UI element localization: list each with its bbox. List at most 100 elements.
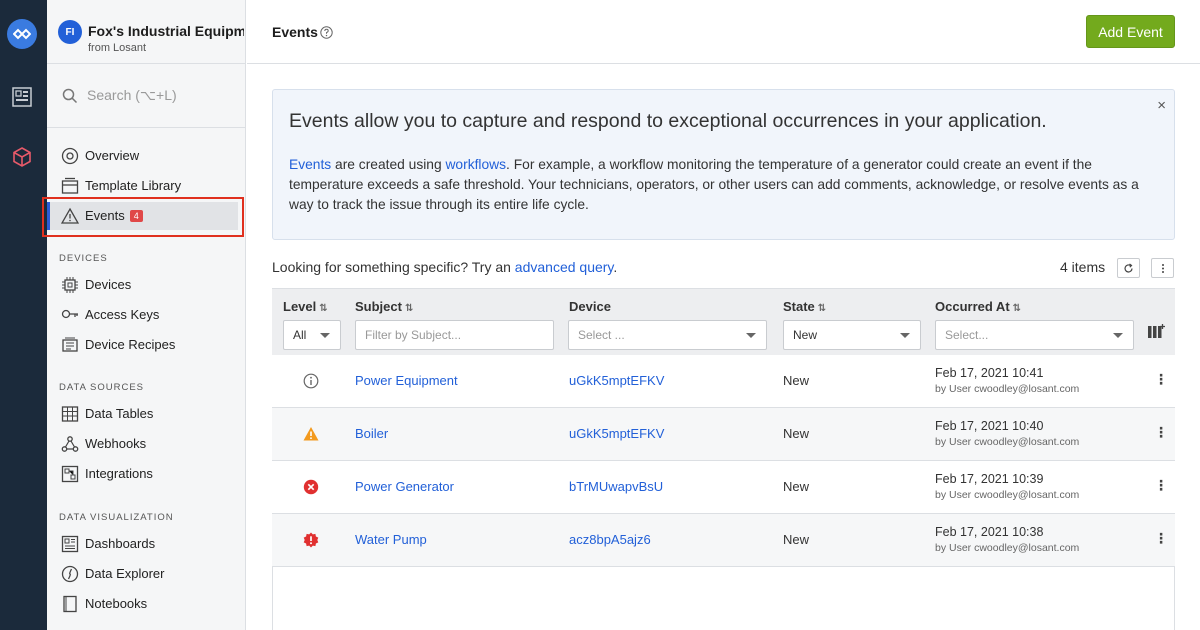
- chevron-down-icon: [900, 333, 910, 338]
- sort-icon: ⇅: [1012, 303, 1022, 314]
- info-banner: Events allow you to capture and respond …: [272, 89, 1175, 240]
- event-creator: by User cwoodley@losant.com: [935, 489, 1080, 501]
- applications-cube-icon[interactable]: [11, 146, 33, 168]
- sidebar-item-label: Integrations: [85, 466, 153, 481]
- device-filter-select[interactable]: Select ...: [568, 320, 767, 350]
- event-state: New: [783, 373, 810, 388]
- column-settings-icon[interactable]: [1147, 323, 1166, 339]
- info-icon: [303, 373, 319, 389]
- chevron-down-icon: [1113, 333, 1123, 338]
- table-row[interactable]: Power Equipment uGkK5mptEFKV New Feb 17,…: [272, 355, 1175, 408]
- banner-body: Events are created using workflows. For …: [289, 155, 1159, 215]
- table-row[interactable]: Power Generator bTrMUwapvBsU New Feb 17,…: [272, 461, 1175, 514]
- sidebar-item-label: Webhooks: [85, 436, 147, 451]
- sidebar-item-overview[interactable]: Overview: [47, 142, 246, 170]
- column-header-occurred-at[interactable]: Occurred At ⇅: [935, 299, 1021, 314]
- query-prefix: Looking for something specific? Try an: [272, 259, 515, 275]
- sort-icon: ⇅: [404, 303, 414, 314]
- sidebar-item-devices[interactable]: Devices: [47, 271, 246, 299]
- event-date: Feb 17, 2021 10:38: [935, 525, 1044, 539]
- event-date: Feb 17, 2021 10:40: [935, 419, 1044, 433]
- global-rail: [0, 0, 47, 630]
- query-suffix: .: [613, 259, 618, 275]
- critical-icon: [303, 532, 319, 548]
- column-header-subject[interactable]: Subject ⇅: [355, 299, 413, 314]
- event-date: Feb 17, 2021 10:41: [935, 366, 1044, 380]
- sidebar-item-notebooks[interactable]: Notebooks: [47, 590, 246, 618]
- sidebar-item-webhooks[interactable]: Webhooks: [47, 430, 246, 458]
- section-label-devices: DEVICES: [59, 253, 108, 264]
- sort-icon: ⇅: [817, 303, 827, 314]
- sidebar-item-label: Overview: [85, 148, 140, 163]
- event-device-link[interactable]: uGkK5mptEFKV: [569, 373, 664, 388]
- warning-icon: [303, 427, 319, 441]
- event-creator: by User cwoodley@losant.com: [935, 542, 1080, 554]
- event-subject-link[interactable]: Power Generator: [355, 479, 454, 494]
- event-state: New: [783, 426, 810, 441]
- sidebar-item-label: Data Explorer: [85, 566, 165, 581]
- state-filter-select[interactable]: New: [783, 320, 921, 350]
- close-icon[interactable]: ×: [1157, 97, 1166, 114]
- occurred-filter-select[interactable]: Select...: [935, 320, 1134, 350]
- event-creator: by User cwoodley@losant.com: [935, 383, 1080, 395]
- sidebar-item-integrations[interactable]: Integrations: [47, 460, 246, 488]
- chevron-down-icon: [320, 333, 330, 338]
- section-label-data-sources: DATA SOURCES: [59, 382, 145, 393]
- sidebar-item-label: Notebooks: [85, 596, 148, 611]
- items-count: 4 items: [1060, 259, 1106, 275]
- page-header: Events Add Event: [247, 0, 1200, 64]
- events-highlight-frame: [42, 197, 244, 237]
- advanced-query-link[interactable]: advanced query: [515, 259, 614, 275]
- sidebar-item-data-tables[interactable]: Data Tables: [47, 400, 246, 428]
- sidebar-item-dashboards[interactable]: Dashboards: [47, 530, 246, 558]
- table-row[interactable]: Boiler uGkK5mptEFKV New Feb 17, 2021 10:…: [272, 408, 1175, 461]
- row-menu-icon[interactable]: ⋮: [1154, 530, 1168, 547]
- row-menu-icon[interactable]: ⋮: [1154, 477, 1168, 494]
- event-subject-link[interactable]: Water Pump: [355, 532, 427, 547]
- more-options-button[interactable]: [1151, 258, 1174, 278]
- event-device-link[interactable]: uGkK5mptEFKV: [569, 426, 664, 441]
- vertical-dots-icon: [1161, 263, 1164, 273]
- sidebar-item-device-recipes[interactable]: Device Recipes: [47, 331, 246, 359]
- chevron-down-icon: [746, 333, 756, 338]
- workflows-link[interactable]: workflows: [445, 157, 506, 172]
- event-device-link[interactable]: acz8bpA5ajz6: [569, 532, 651, 547]
- column-header-state[interactable]: State ⇅: [783, 299, 826, 314]
- row-menu-icon[interactable]: ⋮: [1154, 424, 1168, 441]
- event-creator: by User cwoodley@losant.com: [935, 436, 1080, 448]
- integrations-icon: [61, 465, 79, 483]
- template-library-icon: [61, 177, 79, 194]
- events-link[interactable]: Events: [289, 157, 331, 172]
- column-header-level[interactable]: Level ⇅: [283, 299, 328, 314]
- sidebar-item-data-explorer[interactable]: Data Explorer: [47, 560, 246, 588]
- event-device-link[interactable]: bTrMUwapvBsU: [569, 479, 663, 494]
- refresh-icon: [1124, 263, 1133, 272]
- row-menu-icon[interactable]: ⋮: [1154, 371, 1168, 388]
- event-subject-link[interactable]: Power Equipment: [355, 373, 458, 388]
- dashboard-icon[interactable]: [11, 86, 33, 108]
- page-title: Events: [272, 24, 318, 40]
- table-icon: [61, 406, 79, 422]
- error-icon: [303, 479, 319, 495]
- sidebar-item-label: Template Library: [85, 178, 182, 193]
- add-event-button[interactable]: Add Event: [1086, 15, 1175, 48]
- overview-icon: [61, 147, 79, 165]
- data-explorer-icon: [61, 565, 79, 583]
- column-header-device: Device: [569, 299, 611, 314]
- table-empty-area: [272, 567, 1175, 630]
- banner-text-1: are created using: [331, 157, 446, 172]
- help-icon[interactable]: [320, 26, 333, 39]
- losant-logo-icon[interactable]: [7, 19, 37, 49]
- events-table-header: Level ⇅ Subject ⇅ Device State ⇅ Occurred A…: [272, 288, 1175, 355]
- level-filter-select[interactable]: All: [283, 320, 341, 350]
- refresh-button[interactable]: [1117, 258, 1140, 278]
- banner-title: Events allow you to capture and respond …: [289, 110, 1047, 132]
- recipe-icon: [62, 337, 78, 352]
- sidebar-item-label: Devices: [85, 277, 132, 292]
- sidebar-item-access-keys[interactable]: Access Keys: [47, 301, 246, 329]
- subject-filter-input[interactable]: Filter by Subject...: [355, 320, 554, 350]
- event-subject-link[interactable]: Boiler: [355, 426, 388, 441]
- sidebar-item-template-library[interactable]: Template Library: [47, 172, 246, 200]
- key-icon: [61, 309, 78, 319]
- table-row[interactable]: Water Pump acz8bpA5ajz6 New Feb 17, 2021…: [272, 514, 1175, 567]
